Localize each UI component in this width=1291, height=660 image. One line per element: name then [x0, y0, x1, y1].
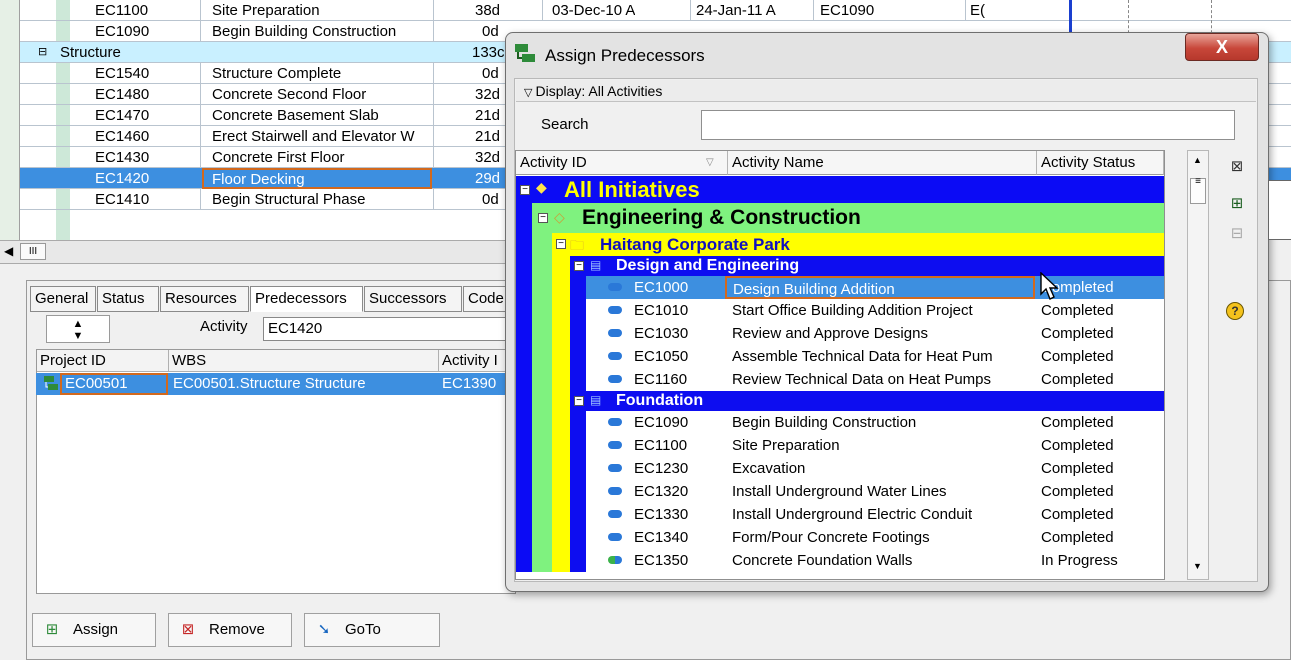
collapse-icon[interactable]: −: [574, 396, 584, 406]
tree-node-engineering-construction[interactable]: − ◇ Engineering & Construction: [516, 203, 1164, 233]
tab-predecessors[interactable]: Predecessors: [250, 286, 363, 312]
activity-icon: [608, 556, 622, 564]
grid-left-gutter: [0, 0, 20, 240]
assign-button[interactable]: ⊞ Assign: [32, 613, 156, 647]
table-row-selected[interactable]: EC00501 EC00501.Structure Structure EC13…: [36, 373, 516, 395]
scroll-left-icon[interactable]: ◀: [4, 244, 13, 258]
scroll-thumb[interactable]: ≡: [1190, 177, 1206, 204]
goto-button[interactable]: ➘ GoTo: [304, 613, 440, 647]
activity-row[interactable]: EC1090 Begin Building Construction Complet…: [516, 411, 1164, 434]
activity-field[interactable]: EC1420: [263, 317, 513, 341]
collapse-icon[interactable]: −: [574, 261, 584, 271]
goto-icon: ➘: [317, 621, 331, 638]
activity-row[interactable]: EC1100 Site Preparation Completed: [516, 434, 1164, 457]
search-label: Search: [541, 116, 589, 133]
assign-icon: ⊞: [45, 621, 59, 638]
activity-icon: [608, 510, 622, 518]
tab-successors[interactable]: Successors: [364, 286, 462, 312]
wbs-icon: ▤: [590, 258, 602, 272]
collapse-icon[interactable]: ⊟: [38, 43, 47, 62]
horizontal-scrollbar[interactable]: ◀ III: [0, 240, 520, 264]
activity-row[interactable]: EC1320 Install Underground Water Lines Com…: [516, 480, 1164, 503]
relationship-icon: [44, 376, 58, 390]
remove-predecessor-icon[interactable]: ⊟: [1226, 223, 1248, 245]
close-button[interactable]: X: [1185, 33, 1259, 61]
tab-status[interactable]: Status: [97, 286, 159, 312]
activity-icon: [608, 533, 622, 541]
activity-icon: [608, 352, 622, 360]
diamond-icon: ◆: [536, 179, 547, 195]
tree-node-all-initiatives[interactable]: − ◆ All Initiatives: [516, 176, 1164, 203]
gantt-relationship-fragment: [1268, 180, 1291, 240]
activity-row[interactable]: EC1010 Start Office Building Addition Pro…: [516, 299, 1164, 322]
vertical-scrollbar[interactable]: ▲ ▼: [1187, 150, 1209, 580]
column-project-id[interactable]: Project ID: [37, 350, 169, 372]
relationship-icon: [514, 43, 536, 63]
scroll-down-icon[interactable]: ▼: [1193, 561, 1202, 571]
diamond-icon: ◇: [554, 209, 565, 225]
collapse-icon[interactable]: −: [556, 239, 566, 249]
wbs-node-foundation[interactable]: − ▤ Foundation: [516, 391, 1164, 411]
activity-icon: [608, 306, 622, 314]
activity-icon: [608, 375, 622, 383]
activity-row[interactable]: EC1030 Review and Approve Designs Complete…: [516, 322, 1164, 345]
remove-button[interactable]: ⊠ Remove: [168, 613, 292, 647]
search-input[interactable]: [701, 110, 1235, 140]
mouse-cursor-icon: [1040, 271, 1066, 302]
tab-general[interactable]: General: [30, 286, 96, 312]
activity-icon: [608, 418, 622, 426]
activity-icon: [608, 487, 622, 495]
dialog-title: Assign Predecessors: [545, 46, 705, 65]
activity-navigator-spinner[interactable]: ▲ ▼: [46, 315, 110, 343]
help-icon[interactable]: ?: [1226, 302, 1244, 320]
activities-tree-grid[interactable]: Activity ID ▽ Activity Name Activity Sta…: [515, 150, 1165, 580]
activity-icon: [608, 464, 622, 472]
remove-icon: ⊠: [181, 621, 195, 638]
activity-icon: [608, 329, 622, 337]
scroll-up-icon[interactable]: ▲: [1193, 155, 1202, 165]
activity-icon: [608, 441, 622, 449]
display-filter-bar[interactable]: ▽ Display: All Activities: [516, 80, 1256, 102]
activity-row[interactable]: EC1330 Install Underground Electric Condu…: [516, 503, 1164, 526]
column-activity-status[interactable]: Activity Status: [1037, 151, 1164, 175]
table-row[interactable]: EC1100 Site Preparation 38d 03-Dec-10 A …: [20, 0, 1291, 21]
tree-node-project[interactable]: − 🗀 Haitang Corporate Park: [516, 233, 1164, 256]
activity-row[interactable]: EC1050 Assemble Technical Data for Heat P…: [516, 345, 1164, 368]
sort-icon: ▽: [706, 157, 714, 168]
activity-icon: [608, 283, 622, 291]
activity-label: Activity: [200, 318, 248, 335]
wbs-node-design[interactable]: − ▤ Design and Engineering: [516, 256, 1164, 276]
chevron-down-icon: ▽: [524, 87, 536, 99]
column-activity-id[interactable]: Activity ID: [516, 151, 728, 175]
column-wbs[interactable]: WBS: [169, 350, 439, 372]
activity-row[interactable]: EC1350 Concrete Foundation Walls In Progre…: [516, 549, 1164, 572]
clear-filter-icon[interactable]: ⊠: [1226, 156, 1248, 178]
tab-codes[interactable]: Code: [463, 286, 508, 312]
scroll-thumb[interactable]: III: [20, 243, 46, 260]
column-activity-name[interactable]: Activity Name: [728, 151, 1037, 175]
collapse-icon[interactable]: −: [520, 185, 530, 195]
activity-row[interactable]: EC1230 Excavation Completed: [516, 457, 1164, 480]
wbs-icon: ▤: [590, 393, 602, 407]
activity-row-selected[interactable]: EC1000 Design Building Addition Completed: [516, 276, 1164, 299]
collapse-icon[interactable]: −: [538, 213, 548, 223]
tab-resources[interactable]: Resources: [160, 286, 249, 312]
activity-row[interactable]: EC1160 Review Technical Data on Heat Pump…: [516, 368, 1164, 391]
activity-row[interactable]: EC1340 Form/Pour Concrete Footings Complet…: [516, 526, 1164, 549]
add-predecessor-icon[interactable]: ⊞: [1226, 193, 1248, 215]
